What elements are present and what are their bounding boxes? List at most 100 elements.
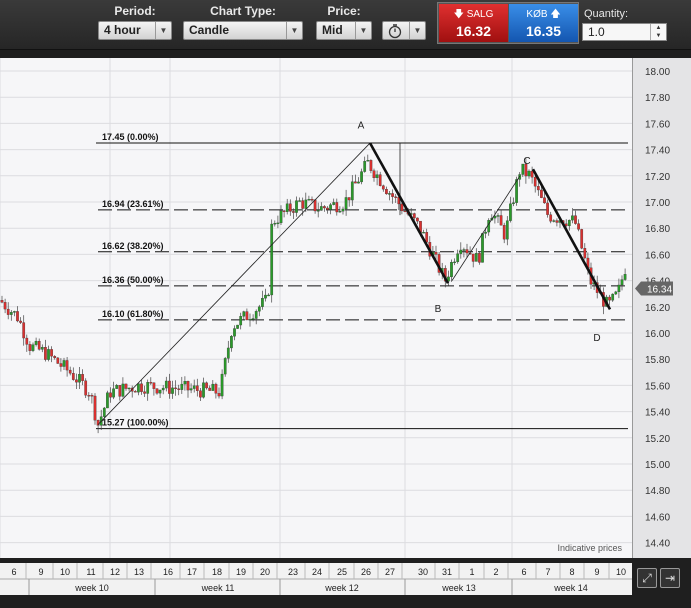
buy-button[interactable]: KØB 🡅 16.35: [509, 4, 578, 42]
candle-body: [9, 312, 13, 315]
candle-body: [304, 199, 308, 209]
candle-body: [543, 197, 546, 204]
candle-body: [168, 380, 171, 394]
fib-level-label: 16.10 (61.80%): [102, 309, 164, 319]
candle-body: [357, 181, 360, 184]
day-label: 9: [38, 567, 43, 577]
candle-body: [555, 220, 559, 223]
expand-icon: ⤢: [642, 571, 652, 585]
candle-body: [623, 274, 627, 280]
sell-button[interactable]: 🡇 SALG 16.32: [439, 4, 508, 42]
price-tick-label: 15.80: [645, 355, 670, 366]
candle-body: [13, 311, 16, 313]
day-label: 16: [163, 567, 173, 577]
chart-type-dropdown[interactable]: Candle ▼: [183, 21, 303, 40]
candle-body: [242, 311, 246, 317]
timer-dropdown[interactable]: ▼: [382, 21, 426, 40]
week-label: week 13: [441, 583, 476, 593]
price-axis[interactable]: 18.00 17.80 17.60 17.40 17.20 17.00 16.80 16.60…: [632, 58, 691, 558]
candle-body: [158, 389, 162, 394]
candle-body: [546, 202, 549, 215]
candle-body: [208, 387, 212, 391]
candle-body: [487, 220, 491, 233]
candle-body: [580, 229, 584, 249]
candle-body: [422, 232, 425, 234]
candle-body: [471, 253, 475, 262]
candle-body: [344, 197, 348, 210]
price-tick-label: 15.60: [645, 381, 670, 392]
candle-body: [78, 374, 81, 383]
candle-body: [59, 363, 63, 367]
candle-body: [354, 181, 357, 184]
candle-body: [614, 291, 618, 295]
candle-body: [81, 374, 84, 381]
candle-body: [456, 253, 460, 263]
price-tick-label: 15.40: [645, 408, 670, 419]
candle-body: [335, 202, 339, 213]
candle-body: [295, 200, 298, 213]
candle-body: [338, 210, 342, 213]
candle-body: [121, 383, 125, 397]
candle-body: [474, 253, 478, 262]
candle-body: [140, 383, 143, 392]
price-chart[interactable]: 17.45 (0.00%) 16.94 (23.61%) 16.62 (38.20%…: [0, 58, 632, 558]
pattern-point-c: C: [523, 156, 530, 167]
sell-label: SALG: [466, 9, 494, 20]
quantity-value: 1.0: [588, 25, 605, 39]
candle-body: [319, 206, 323, 211]
day-label: 1: [469, 567, 474, 577]
fib-level-label: 16.36 (50.00%): [102, 275, 164, 285]
candle-body: [530, 170, 534, 178]
price-axis-labels: 18.00 17.80 17.60 17.40 17.20 17.00 16.80 16.60…: [635, 67, 673, 550]
candle-body: [0, 300, 4, 303]
price-tick-label: 16.00: [645, 329, 670, 340]
candle-body: [416, 217, 419, 222]
fullscreen-button[interactable]: ⤢: [637, 568, 657, 588]
spinner-icon[interactable]: ▲ ▼: [650, 24, 666, 40]
candle-body: [87, 395, 91, 397]
candle-body: [505, 220, 509, 240]
candles: [0, 154, 627, 434]
candle-body: [310, 199, 314, 201]
price-dropdown[interactable]: Mid ▼: [316, 21, 372, 40]
candle-body: [183, 381, 187, 385]
candle-body: [75, 379, 78, 383]
candle-body: [434, 251, 438, 255]
drawings: A B C D: [97, 121, 612, 425]
price-tick-label: 17.00: [645, 198, 670, 209]
fib-level-label: 16.94 (23.61%): [102, 199, 164, 209]
candle-body: [28, 344, 32, 351]
candle-body: [186, 381, 190, 391]
period-dropdown[interactable]: 4 hour ▼: [98, 21, 172, 40]
candle-body: [394, 196, 398, 198]
candle-body: [127, 387, 131, 390]
candle-body: [583, 248, 587, 259]
trading-app: Period: 4 hour ▼ Chart Type: Candle ▼ Pr…: [0, 0, 691, 608]
candle-body: [462, 249, 466, 251]
candle-body: [499, 215, 503, 226]
candle-body: [378, 174, 382, 186]
pattern-point-b: B: [435, 304, 442, 315]
candle-body: [211, 383, 215, 391]
candle-body: [254, 311, 258, 319]
candle-body: [388, 193, 391, 195]
time-axis[interactable]: 6 9 10 11 12 13 16 17 18 19 20 23 24 25 26 27 30 31 1 2 6 7 8 9…: [0, 563, 634, 595]
candle-body: [37, 340, 41, 350]
candle-body: [174, 387, 177, 390]
candle-body: [273, 223, 277, 225]
quantity-stepper[interactable]: 1.0 ▲ ▼: [582, 23, 667, 41]
candle-body: [552, 220, 556, 222]
candle-body: [257, 306, 261, 312]
candle-body: [412, 213, 416, 219]
candle-body: [326, 207, 329, 210]
chart-area[interactable]: 17.45 (0.00%) 16.94 (23.61%) 16.62 (38.20%…: [0, 58, 632, 558]
abcd-leg: [368, 142, 450, 284]
candle-body: [245, 311, 249, 321]
abcd-leg: [531, 168, 612, 311]
candle-body: [217, 393, 221, 397]
exit-button[interactable]: ⇥: [660, 568, 680, 588]
candle-body: [137, 383, 140, 393]
candle-body: [329, 204, 332, 210]
candle-body: [192, 385, 196, 389]
candle-body: [202, 382, 205, 398]
